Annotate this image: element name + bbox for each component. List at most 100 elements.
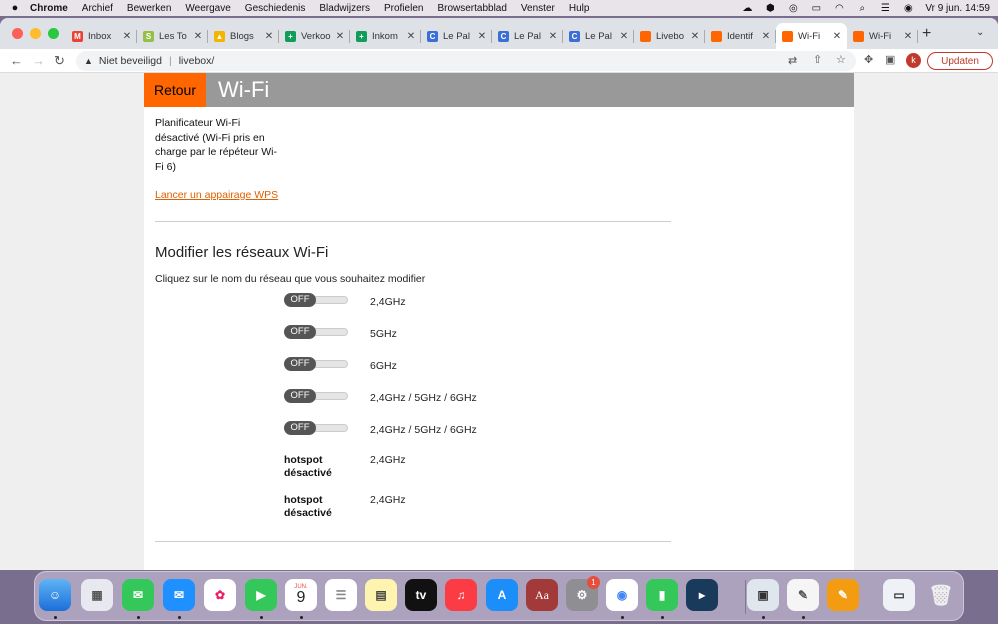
close-tab-icon[interactable]: ✕ bbox=[901, 31, 915, 42]
close-tab-icon[interactable]: ✕ bbox=[759, 31, 773, 42]
browser-tab[interactable]: ▲ Blogs ✕ bbox=[208, 23, 279, 49]
wps-pairing-link[interactable]: Lancer un appairage WPS bbox=[155, 189, 278, 201]
url-text[interactable]: livebox/ bbox=[179, 55, 215, 67]
bookmark-star-icon[interactable]: ☆ bbox=[836, 53, 846, 66]
network-name-link[interactable]: 2,4GHz bbox=[370, 296, 406, 308]
notes-icon[interactable]: ▤ bbox=[365, 579, 397, 611]
close-tab-icon[interactable]: ✕ bbox=[688, 31, 702, 42]
profile-avatar[interactable]: k bbox=[906, 53, 921, 68]
finder-icon[interactable]: ☺ bbox=[39, 579, 71, 611]
menu-archief[interactable]: Archief bbox=[82, 3, 113, 14]
update-chrome-button[interactable]: Updaten bbox=[927, 52, 993, 70]
icloud-icon[interactable]: ☁ bbox=[741, 3, 753, 14]
google-sheets-favicon-icon: + bbox=[356, 30, 367, 42]
hotspot-band[interactable]: 2,4GHz bbox=[370, 494, 406, 506]
close-tab-icon[interactable]: ✕ bbox=[475, 31, 489, 42]
network-toggle[interactable]: OFF bbox=[284, 325, 348, 339]
close-tab-icon[interactable]: ✕ bbox=[617, 31, 631, 42]
browser-tab[interactable]: Wi-Fi ✕ bbox=[847, 23, 918, 49]
numbers-icon[interactable]: ▮ bbox=[646, 579, 678, 611]
back-button[interactable]: Retour bbox=[144, 73, 206, 107]
facetime-icon[interactable]: ▶ bbox=[245, 579, 277, 611]
launchpad-icon[interactable]: ▦ bbox=[81, 579, 113, 611]
chrome-icon[interactable]: ◉ bbox=[606, 579, 638, 611]
network-name-link[interactable]: 6GHz bbox=[370, 360, 397, 372]
menu-bewerken[interactable]: Bewerken bbox=[127, 3, 171, 14]
browser-tab[interactable]: S Les To ✕ bbox=[137, 23, 208, 49]
new-tab-icon[interactable]: + bbox=[922, 25, 931, 43]
network-name-link[interactable]: 5GHz bbox=[370, 328, 397, 340]
extensions-puzzle-icon[interactable]: ✥ bbox=[864, 53, 873, 66]
control-center-icon[interactable]: ☰ bbox=[879, 3, 891, 14]
apple-tv-icon[interactable]: tv bbox=[405, 579, 437, 611]
network-name-link[interactable]: 2,4GHz / 5GHz / 6GHz bbox=[370, 424, 477, 436]
close-tab-icon[interactable]: ✕ bbox=[120, 31, 134, 42]
apple-menu-icon[interactable]: ● bbox=[0, 2, 30, 14]
dictionary-icon[interactable]: Aa bbox=[526, 579, 558, 611]
security-status[interactable]: Niet beveiligd bbox=[99, 55, 162, 67]
reminders-icon[interactable]: ☰ bbox=[325, 579, 357, 611]
fullscreen-window-button[interactable] bbox=[48, 28, 59, 39]
pages-icon[interactable]: ✎ bbox=[827, 579, 859, 611]
mail-icon[interactable]: ✉ bbox=[163, 579, 195, 611]
photos-icon[interactable]: ✿ bbox=[204, 579, 236, 611]
network-toggle[interactable]: OFF bbox=[284, 293, 348, 307]
music-icon[interactable]: ♫ bbox=[445, 579, 477, 611]
tab-search-chevron-icon[interactable]: ⌄ bbox=[976, 27, 984, 38]
downloads-stack-icon[interactable]: ▭ bbox=[883, 579, 915, 611]
network-name-link[interactable]: 2,4GHz / 5GHz / 6GHz bbox=[370, 392, 477, 404]
side-panel-icon[interactable]: ▣ bbox=[885, 53, 895, 66]
warning-icon[interactable]: ▲ bbox=[84, 56, 93, 66]
menu-hulp[interactable]: Hulp bbox=[569, 3, 590, 14]
close-tab-icon[interactable]: ✕ bbox=[333, 31, 347, 42]
menu-browsertabblad[interactable]: Browsertabblad bbox=[437, 3, 506, 14]
app-store-icon[interactable]: A bbox=[486, 579, 518, 611]
menu-weergave[interactable]: Weergave bbox=[185, 3, 230, 14]
messages-icon[interactable]: ✉ bbox=[122, 579, 154, 611]
trash-icon[interactable]: 🗑 bbox=[925, 579, 957, 611]
browser-tab[interactable]: Identif ✕ bbox=[705, 23, 776, 49]
close-tab-icon[interactable]: ✕ bbox=[262, 31, 276, 42]
network-toggle[interactable]: OFF bbox=[284, 421, 348, 435]
script-editor-icon[interactable]: ✎ bbox=[787, 579, 819, 611]
battery-icon[interactable]: ▭ bbox=[810, 3, 822, 14]
vpn-icon[interactable]: ⬢ bbox=[764, 3, 776, 14]
browser-tab[interactable]: C Le Pal ✕ bbox=[492, 23, 563, 49]
network-toggle[interactable]: OFF bbox=[284, 389, 348, 403]
browser-tab[interactable]: C Le Pal ✕ bbox=[421, 23, 492, 49]
close-tab-icon[interactable]: ✕ bbox=[830, 31, 844, 42]
browser-tab[interactable]: M Inbox ✕ bbox=[66, 23, 137, 49]
spotlight-search-icon[interactable]: ⌕ bbox=[856, 3, 868, 14]
calendar-icon[interactable]: JUN. 9 bbox=[285, 579, 317, 611]
browser-tab[interactable]: Wi-Fi ✕ bbox=[776, 23, 847, 49]
menu-venster[interactable]: Venster bbox=[521, 3, 555, 14]
address-bar[interactable]: ▲ Niet beveiligd | livebox/ ⇄ ⇧ ☆ bbox=[76, 51, 856, 71]
wifi-icon[interactable]: ◠ bbox=[833, 3, 845, 14]
close-window-button[interactable] bbox=[12, 28, 23, 39]
browser-tab[interactable]: Livebo ✕ bbox=[634, 23, 705, 49]
close-tab-icon[interactable]: ✕ bbox=[546, 31, 560, 42]
browser-tab[interactable]: + Inkom ✕ bbox=[350, 23, 421, 49]
browser-tab[interactable]: + Verkoo ✕ bbox=[279, 23, 350, 49]
browser-tab[interactable]: C Le Pal ✕ bbox=[563, 23, 634, 49]
hotspot-band[interactable]: 2,4GHz bbox=[370, 454, 406, 466]
minimize-window-button[interactable] bbox=[30, 28, 41, 39]
translate-icon[interactable]: ⇄ bbox=[788, 54, 797, 67]
preview-icon[interactable]: ▣ bbox=[747, 579, 779, 611]
menu-bladwijzers[interactable]: Bladwijzers bbox=[319, 3, 370, 14]
close-tab-icon[interactable]: ✕ bbox=[191, 31, 205, 42]
creative-cloud-icon[interactable]: ◎ bbox=[787, 3, 799, 14]
forward-arrow-icon[interactable]: → bbox=[32, 53, 45, 68]
running-indicator bbox=[260, 616, 263, 619]
close-tab-icon[interactable]: ✕ bbox=[404, 31, 418, 42]
terminal-shortcut-icon[interactable]: ▸ bbox=[686, 579, 718, 611]
reload-icon[interactable]: ↻ bbox=[54, 53, 65, 69]
siri-icon[interactable]: ◉ bbox=[902, 3, 914, 14]
menu-app-name[interactable]: Chrome bbox=[30, 3, 68, 14]
menu-profielen[interactable]: Profielen bbox=[384, 3, 423, 14]
menu-geschiedenis[interactable]: Geschiedenis bbox=[245, 3, 306, 14]
back-arrow-icon[interactable]: ← bbox=[10, 53, 23, 68]
menu-clock[interactable]: Vr 9 jun. 14:59 bbox=[925, 3, 990, 14]
network-toggle[interactable]: OFF bbox=[284, 357, 348, 371]
share-icon[interactable]: ⇧ bbox=[813, 53, 822, 66]
